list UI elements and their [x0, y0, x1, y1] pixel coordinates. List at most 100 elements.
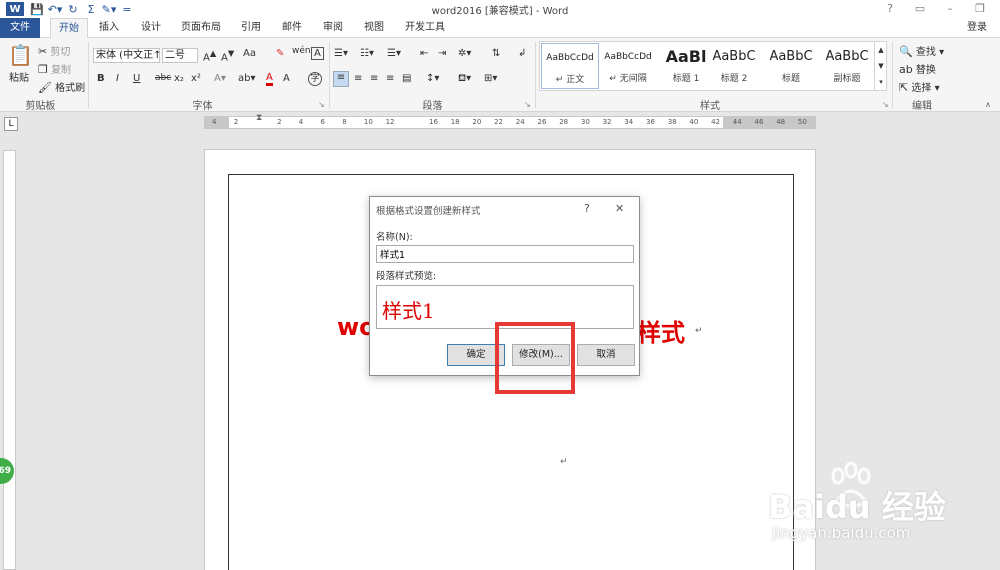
vertical-ruler[interactable]	[3, 150, 16, 570]
line-spacing-icon[interactable]: ↕▾	[426, 73, 439, 84]
cut-button[interactable]: ✂ 剪切	[38, 43, 70, 58]
paragraph-dialog-launcher-icon[interactable]: ↘	[524, 100, 531, 109]
tab-review[interactable]: 审阅	[318, 18, 348, 38]
ruler-number: 46	[754, 118, 764, 126]
font-color-icon[interactable]: A	[266, 73, 273, 86]
ribbon-tabs: 文件 开始 插入 设计 页面布局 引用 邮件 审阅 视图 开发工具 登录	[0, 18, 1000, 39]
group-clipboard-label: 剪贴板	[25, 101, 56, 112]
sort-icon[interactable]: ⇅	[492, 48, 500, 59]
shading-icon[interactable]: ⛾▾	[458, 73, 471, 86]
style-name-input[interactable]	[376, 245, 634, 263]
tab-file[interactable]: 文件	[0, 18, 40, 38]
phonetic-icon[interactable]: wén	[292, 46, 311, 56]
tab-insert[interactable]: 插入	[94, 18, 124, 38]
char-shading-icon[interactable]: A	[283, 73, 290, 84]
separator	[329, 42, 330, 108]
grow-font-icon[interactable]: A▲	[203, 48, 216, 63]
ruler-number: 2	[233, 118, 239, 126]
highlight-icon[interactable]: ab▾	[238, 73, 256, 84]
underline-button[interactable]: U	[133, 73, 140, 84]
styles-dialog-launcher-icon[interactable]: ↘	[882, 100, 889, 109]
multilevel-list-icon[interactable]: ☰▾	[387, 48, 401, 59]
tab-mailings[interactable]: 邮件	[277, 18, 307, 38]
tab-developer[interactable]: 开发工具	[400, 18, 450, 38]
paste-icon[interactable]: 📋	[8, 43, 33, 69]
cancel-button[interactable]: 取消	[577, 344, 635, 366]
tab-home[interactable]: 开始	[50, 18, 88, 39]
style-no-spacing[interactable]: AaBbCcDd ↵ 无间隔	[599, 43, 657, 89]
close-icon[interactable]: ✕	[615, 202, 624, 215]
find-button[interactable]: 🔍 查找 ▾	[899, 43, 944, 58]
separator	[892, 42, 893, 108]
borders-icon[interactable]: ⊞▾	[484, 73, 497, 84]
format-painter-button[interactable]: 🖌 格式刷	[38, 79, 85, 94]
ruler-number: 28	[559, 118, 569, 126]
show-marks-icon[interactable]: ↲	[518, 48, 526, 59]
ruler-number: 40	[689, 118, 699, 126]
ruler-number: 48	[776, 118, 786, 126]
style-heading-2[interactable]: AaBbC 标题 2	[705, 43, 763, 89]
distributed-icon[interactable]: ▤	[402, 73, 411, 84]
select-button[interactable]: ⇱ 选择 ▾	[899, 79, 940, 94]
ruler-number: 6	[320, 118, 325, 126]
separator	[88, 42, 89, 108]
ruler-number: 10	[363, 118, 373, 126]
paste-button[interactable]: 粘贴	[9, 69, 29, 84]
ruler-number: 50	[797, 118, 807, 126]
bold-button[interactable]: B	[97, 73, 105, 84]
font-dialog-launcher-icon[interactable]: ↘	[318, 100, 325, 109]
clear-format-icon[interactable]: ✎	[276, 48, 284, 59]
subscript-button[interactable]: x₂	[174, 73, 184, 84]
bullets-icon[interactable]: ☰▾	[334, 48, 348, 59]
char-border-icon[interactable]: A	[311, 47, 324, 60]
styles-scroll-icon[interactable]: ▲ ▼ ▾	[874, 42, 887, 91]
login-link[interactable]: 登录	[962, 18, 992, 38]
tab-layout[interactable]: 页面布局	[176, 18, 226, 38]
font-family-select[interactable]: 宋体 (中文正↑	[93, 48, 160, 63]
superscript-button[interactable]: x²	[191, 73, 201, 84]
align-right-icon[interactable]: ≡	[370, 73, 378, 84]
strikethrough-button[interactable]: abc	[155, 73, 171, 83]
collapse-ribbon-icon[interactable]: ∧	[985, 100, 991, 109]
tab-references[interactable]: 引用	[236, 18, 266, 38]
enclose-char-icon[interactable]: 字	[308, 72, 322, 86]
help-button[interactable]: ?	[584, 202, 590, 215]
ruler-number: 2	[277, 118, 282, 126]
style-title[interactable]: AaBbC 标题	[762, 43, 820, 89]
maximize-icon[interactable]: ❐	[965, 0, 995, 18]
ribbon-options-icon[interactable]: ▭	[905, 0, 935, 18]
copy-icon: ❐	[38, 63, 48, 76]
minimize-icon[interactable]: –	[935, 0, 965, 18]
italic-button[interactable]: I	[116, 73, 119, 84]
style-subtitle[interactable]: AaBbC 副标题	[818, 43, 876, 89]
change-case-button[interactable]: Aa	[243, 48, 256, 59]
tab-view[interactable]: 视图	[359, 18, 389, 38]
ruler-number: 34	[624, 118, 634, 126]
numbering-icon[interactable]: ☷▾	[360, 48, 374, 59]
ruler-number: 22	[494, 118, 504, 126]
cursor-icon: ⇱	[899, 81, 909, 94]
preview-text: 样式1	[382, 299, 435, 323]
text-effects-icon[interactable]: A▾	[214, 73, 226, 84]
name-label: 名称(N):	[376, 232, 413, 243]
increase-indent-icon[interactable]: ⇥	[438, 48, 446, 59]
decrease-indent-icon[interactable]: ⇤	[420, 48, 428, 59]
copy-button[interactable]: ❐ 复制	[38, 61, 71, 76]
align-center-icon[interactable]: ≡	[354, 73, 362, 84]
font-size-select[interactable]: 二号	[162, 48, 198, 63]
justify-icon[interactable]: ≡	[386, 73, 394, 84]
shrink-font-icon[interactable]: A▼	[221, 48, 234, 63]
help-icon[interactable]: ?	[875, 0, 905, 18]
window-title: word2016 [兼容模式] - Word	[431, 6, 569, 17]
ruler-number: 42	[711, 118, 721, 126]
chinese-layout-icon[interactable]: ✲▾	[458, 48, 471, 59]
group-styles-label: 样式	[700, 101, 720, 112]
document-text[interactable]: 样式	[637, 313, 685, 348]
replace-button[interactable]: ab 替换	[899, 61, 936, 76]
align-left-icon[interactable]: ≡	[333, 71, 349, 87]
baidu-watermark: Baidu 经验 jingyan.baidu.com	[768, 461, 998, 562]
style-normal[interactable]: AaBbCcDd ↵ 正文	[541, 43, 599, 89]
tab-design[interactable]: 设计	[136, 18, 166, 38]
dialog-title: 根据格式设置创建新样式	[376, 206, 481, 217]
binoculars-icon: 🔍	[899, 45, 913, 58]
